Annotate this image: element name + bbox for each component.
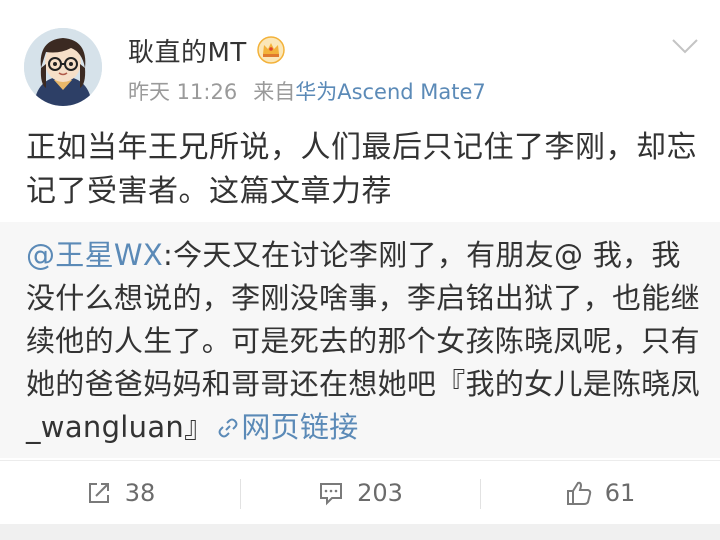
link-icon: [218, 418, 238, 438]
post-meta: 昨天 11:26 来自 华为Ascend Mate7: [128, 76, 486, 106]
source-device[interactable]: 华为Ascend Mate7: [295, 76, 486, 106]
comment-button[interactable]: 203: [240, 461, 480, 524]
like-count: 61: [604, 478, 636, 507]
action-bar: 38 203 61: [0, 460, 720, 524]
post-text: 正如当年王兄所说，人们最后只记住了李刚，却忘记了受害者。这篇文章力荐: [26, 130, 697, 209]
thumbs-up-icon: [566, 481, 591, 505]
repost-count: 38: [124, 478, 156, 507]
reposted-content[interactable]: @王星WX:今天又在讨论李刚了，有朋友@ 我，我没什么想说的，李刚没啥事，李启铭…: [0, 222, 720, 458]
web-link-label: 网页链接: [241, 410, 359, 444]
repost-button[interactable]: 38: [0, 461, 240, 524]
crown-vip-icon[interactable]: [257, 36, 285, 64]
post-time: 昨天 11:26: [128, 80, 238, 104]
share-arrow-icon: [88, 482, 109, 503]
like-button[interactable]: 61: [480, 461, 720, 524]
feed-separator: [0, 524, 720, 540]
weibo-post: 耿直的MT 昨天 11:26 来自 华为Ascend Mate7 正如当年王兄所…: [0, 0, 720, 220]
repost-body: @王星WX:今天又在讨论李刚了，有朋友@ 我，我没什么想说的，李刚没啥事，李启铭…: [26, 234, 706, 449]
web-link[interactable]: 网页链接: [213, 410, 358, 444]
username[interactable]: 耿直的MT: [128, 32, 247, 69]
username-row: 耿直的MT: [128, 30, 285, 70]
source-prefix: 来自: [253, 80, 296, 104]
comment-count: 203: [357, 478, 403, 507]
comment-icon: [320, 482, 343, 505]
chevron-down-icon[interactable]: [670, 34, 700, 58]
repost-author-mention[interactable]: @王星WX: [26, 238, 163, 272]
avatar[interactable]: [24, 28, 102, 106]
